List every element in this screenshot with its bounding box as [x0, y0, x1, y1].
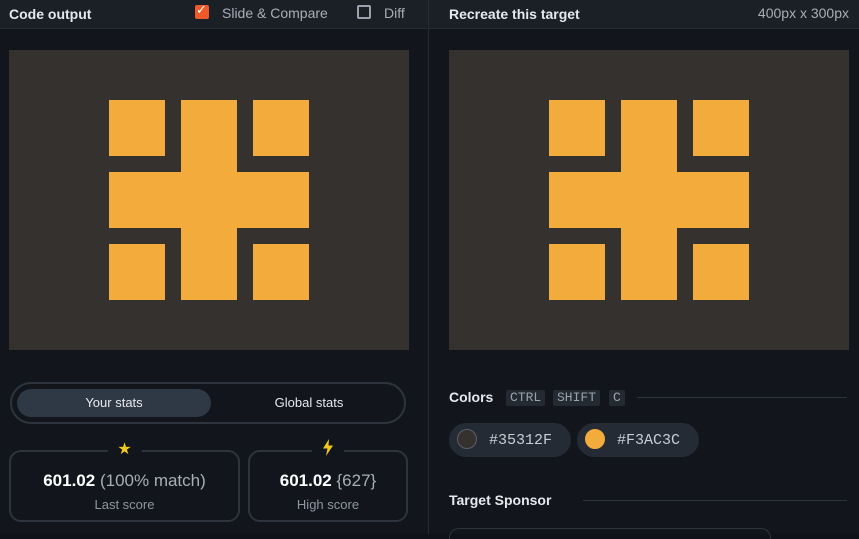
high-score-extra: {627} [336, 471, 377, 490]
stats-toggle: Your stats Global stats [10, 382, 406, 424]
diff-label[interactable]: Diff [384, 5, 405, 21]
slide-compare-checkbox[interactable] [195, 3, 209, 19]
swatch-hex: #35312F [489, 432, 553, 449]
block-bottom-right [253, 244, 309, 300]
slide-compare-label[interactable]: Slide & Compare [222, 5, 328, 21]
cross-horizontal [109, 172, 309, 228]
cross-horizontal [549, 172, 749, 228]
target-header: Recreate this target 400px x 300px [429, 0, 859, 29]
swatch-dot [585, 429, 605, 449]
high-score-value: 601.02 [279, 471, 332, 490]
target-canvas [449, 50, 849, 350]
color-swatch-orange[interactable]: #F3AC3C [577, 423, 699, 457]
block-top-left [549, 100, 605, 156]
block-top-left [109, 100, 165, 156]
high-score-label: High score [296, 497, 360, 512]
star-icon: ★ [107, 439, 142, 458]
block-top-right [253, 100, 309, 156]
block-bottom-right [693, 244, 749, 300]
sponsor-divider [583, 500, 847, 501]
colors-label: Colors [449, 389, 494, 405]
swatch-hex: #F3AC3C [617, 432, 681, 449]
last-score-match: (100% match) [99, 471, 206, 490]
last-score-value: 601.02 [43, 471, 96, 490]
block-top-right [693, 100, 749, 156]
code-output-canvas[interactable] [9, 50, 409, 350]
high-score-card: 601.02 {627} High score [248, 439, 408, 522]
bolt-icon [312, 439, 344, 456]
color-swatch-dark[interactable]: #35312F [449, 423, 571, 457]
code-output-title: Code output [9, 6, 92, 22]
target-sponsor-label: Target Sponsor [449, 492, 552, 508]
last-score-label: Last score [94, 497, 155, 512]
target-pane: Recreate this target 400px x 300px Color… [429, 0, 859, 539]
target-dimensions: 400px x 300px [757, 5, 849, 21]
code-output-header: Code output Slide & Compare Diff [0, 0, 428, 29]
code-output-pane: Code output Slide & Compare Diff Your st… [0, 0, 428, 534]
diff-checkbox[interactable] [357, 5, 371, 19]
shortcut-c: C [609, 390, 625, 406]
last-score-card: ★ 601.02 (100% match) Last score [9, 439, 240, 522]
block-bottom-left [109, 244, 165, 300]
high-score-value-row: 601.02 {627} [250, 471, 406, 491]
colors-divider [637, 397, 847, 398]
block-bottom-left [549, 244, 605, 300]
tab-your-stats[interactable]: Your stats [17, 389, 211, 417]
last-score-value-row: 601.02 (100% match) [11, 471, 238, 491]
target-title: Recreate this target [449, 6, 580, 22]
tab-global-stats[interactable]: Global stats [212, 389, 406, 417]
shortcut-ctrl: CTRL [506, 390, 546, 406]
shortcut-shift: SHIFT [553, 390, 601, 406]
swatch-dot [457, 429, 477, 449]
